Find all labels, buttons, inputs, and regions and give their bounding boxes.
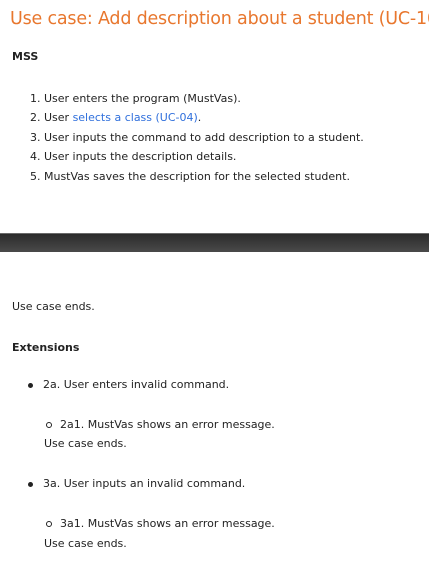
select-class-link[interactable]: selects a class (UC-04) [73,111,198,124]
extension-item: 2a. User enters invalid command. [43,378,230,391]
mss-step-text: 4. User inputs the description details. [30,150,237,164]
mss-step: 3. User inputs the command to add descri… [30,128,364,147]
mss-step-text: 1. User enters the program (MustVas). [30,92,241,105]
mss-step-text: 3. User inputs the command to add descri… [30,130,364,144]
mss-step-text: 2. User [30,111,73,125]
mss-step: 2. User selects a class (UC-04). [30,108,364,127]
bullet-icon [28,383,33,388]
mss-steps-list: 1. User enters the program (MustVas). 2.… [30,89,364,186]
document-page: Use case: Add description about a studen… [0,0,429,565]
extension-sub-item: 3a1. MustVas shows an error message. [60,517,275,530]
page-title: Use case: Add description about a studen… [10,9,429,29]
extensions-heading: Extensions [12,341,80,354]
extension-sub-item: 2a1. MustVas shows an error message. [60,418,275,431]
circle-bullet-icon [46,422,52,428]
bullet-icon [28,482,33,487]
use-case-ends-text: Use case ends. [12,300,95,313]
page-divider-bar [0,233,429,252]
mss-step: 5. MustVas saves the description for the… [30,167,364,186]
mss-step-text: 5. MustVas saves the description for the… [30,169,350,183]
extension-sub-end: Use case ends. [44,537,127,550]
circle-bullet-icon [46,521,52,527]
mss-step: 4. User inputs the description details. [30,147,364,166]
mss-heading: MSS [12,50,39,63]
mss-step-suffix: . [197,111,202,125]
page-divider-edge [0,233,429,234]
extension-item: 3a. User inputs an invalid command. [43,477,246,490]
extension-sub-end: Use case ends. [44,437,127,450]
mss-step: 1. User enters the program (MustVas). [30,89,364,108]
